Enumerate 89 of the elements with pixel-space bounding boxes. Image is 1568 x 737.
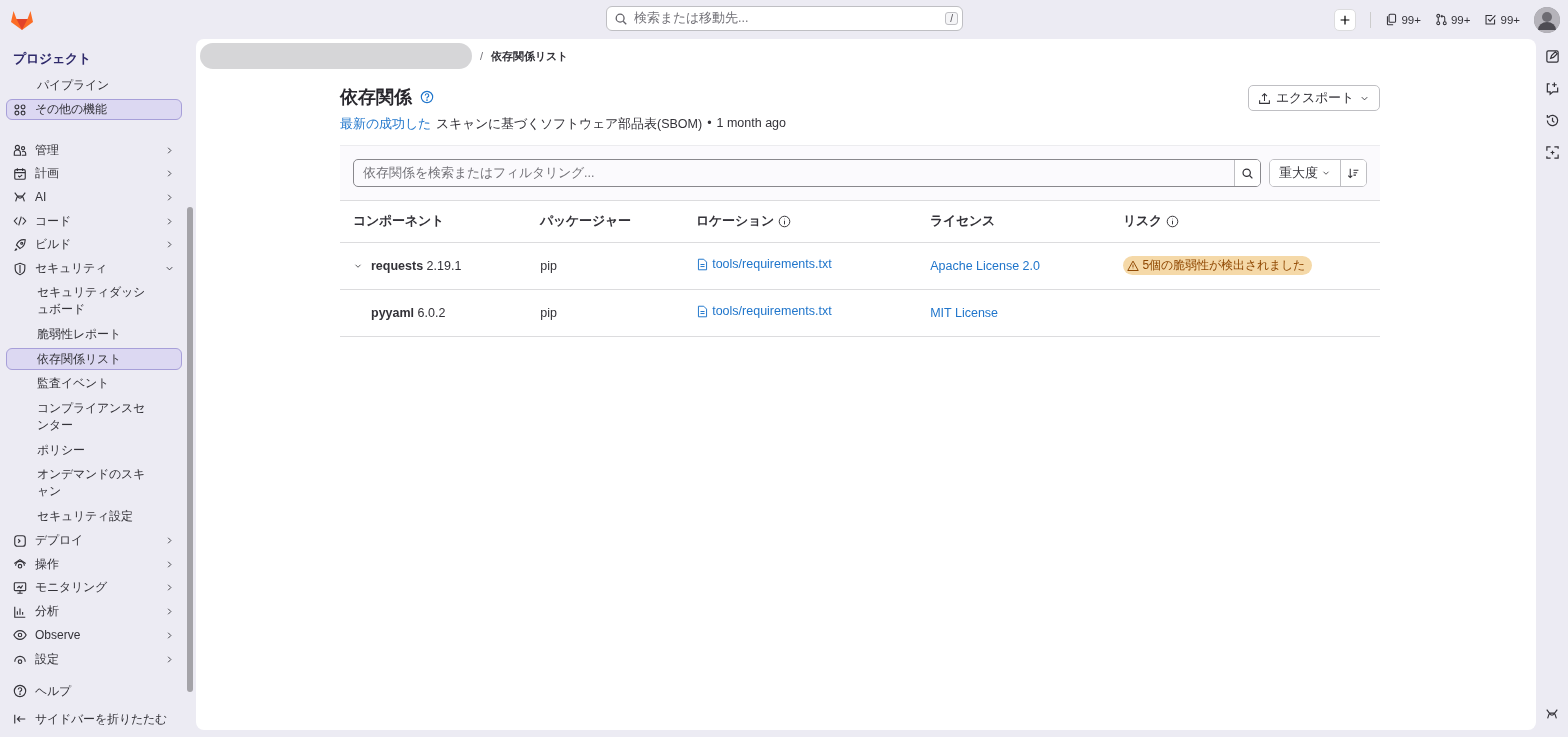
location-link[interactable]: tools/requirements.txt	[696, 304, 832, 319]
license-link[interactable]: Apache License 2.0	[930, 258, 1040, 273]
timestamp: 1 month ago	[716, 116, 787, 132]
avatar[interactable]	[1534, 6, 1560, 33]
shortcut-key: /	[945, 12, 958, 25]
column-header: ライセンス	[930, 213, 996, 230]
chart-icon	[13, 604, 27, 619]
sidebar-item[interactable]: オンデマンドのスキャン	[6, 463, 182, 503]
sidebar-item[interactable]: モニタリング	[6, 577, 182, 599]
history-icon	[1544, 113, 1560, 128]
link[interactable]: 最新の成功した	[340, 116, 431, 133]
sidebar-item[interactable]: 依存関係リスト	[6, 347, 182, 371]
table-cell: pip	[540, 258, 557, 273]
calendar-icon	[13, 166, 27, 181]
component-name: requests 2.19.1	[371, 258, 462, 273]
counter-button[interactable]: 99+	[1385, 13, 1421, 26]
sort-icon	[1347, 166, 1360, 180]
ai-icon	[1545, 707, 1559, 721]
counter-button[interactable]: 99+	[1484, 13, 1520, 26]
sidebar-item[interactable]: 計画	[6, 162, 182, 185]
column-header: ロケーション	[696, 213, 775, 230]
export-button[interactable]: エクスポート	[1248, 85, 1380, 111]
breadcrumb-separator: /	[480, 50, 484, 62]
sidebar-item[interactable]: セキュリティ	[6, 257, 182, 280]
deploy-icon	[13, 533, 27, 548]
sidebar-item[interactable]: 脆弱性レポート	[6, 322, 182, 346]
sidebar-item[interactable]: コード	[6, 210, 182, 232]
search-icon	[1241, 166, 1254, 180]
monitor-icon	[13, 580, 27, 595]
search-icon	[614, 11, 628, 26]
file-icon	[696, 257, 710, 271]
location-link[interactable]: tools/requirements.txt	[696, 257, 832, 272]
subtitle-text: スキャンに基づくソフトウェア部品表(SBOM)	[436, 116, 703, 133]
page-title: 依存関係	[340, 86, 412, 109]
sidebar-item[interactable]: ビルド	[6, 233, 182, 256]
sidebar-item[interactable]: デプロイ	[6, 529, 182, 552]
issues-icon	[1385, 13, 1399, 26]
scrollbar[interactable]	[187, 207, 193, 692]
sidebar-item[interactable]: セキュリティダッシュボード	[6, 281, 182, 321]
bullet: •	[707, 116, 712, 132]
sidebar-item[interactable]: 設定	[6, 648, 182, 670]
create-button[interactable]	[1334, 8, 1357, 31]
shield-icon	[13, 261, 27, 276]
sidebar-item[interactable]: ポリシー	[6, 438, 182, 462]
column-header: リスク	[1122, 213, 1162, 230]
sidebar-footer-item[interactable]: ヘルプ	[6, 680, 190, 702]
search-field[interactable]: 依存関係を検索またはフィルタリング...	[353, 159, 1261, 187]
rocket-icon	[13, 237, 27, 252]
search-field[interactable]: 検索または移動先... /	[606, 6, 963, 31]
sidebar-item[interactable]: 管理	[6, 139, 182, 161]
breadcrumb-item[interactable]: 依存関係リスト	[491, 48, 569, 64]
component-name: pyyaml 6.0.2	[371, 305, 446, 320]
help-icon	[420, 90, 434, 104]
users-icon	[13, 143, 27, 157]
sidebar-item[interactable]: セキュリティ設定	[6, 504, 182, 528]
help-icon	[13, 684, 27, 698]
todo-icon	[1484, 13, 1498, 26]
eye-icon	[13, 628, 27, 643]
file-icon	[696, 304, 710, 318]
edit-icon	[1544, 49, 1560, 64]
merge-request-icon	[1434, 13, 1448, 26]
sidebar-item[interactable]: 分析	[6, 600, 182, 623]
license-link[interactable]: MIT License	[930, 305, 999, 320]
sort-direction-button[interactable]	[1340, 160, 1366, 186]
sidebar-item[interactable]: その他の機能	[6, 98, 182, 121]
snippet-icon	[1544, 145, 1560, 160]
grid-icon	[13, 102, 27, 117]
sidebar-item[interactable]: 操作	[6, 553, 182, 576]
sidebar-item[interactable]: Observe	[6, 624, 182, 647]
sidebar-title: プロジェクト	[12, 50, 92, 68]
warning-icon	[1126, 259, 1139, 272]
collapse-icon	[13, 712, 27, 726]
vulnerability-badge: 5個の脆弱性が検出されました	[1122, 256, 1313, 275]
column-header: コンポーネント	[353, 213, 444, 230]
search-button[interactable]	[1234, 160, 1260, 186]
table-cell: pip	[540, 305, 557, 320]
sidebar-item[interactable]: AI	[6, 186, 182, 209]
sidebar-item[interactable]: コンプライアンスセンター	[6, 397, 182, 437]
upload-icon	[1258, 91, 1271, 105]
column-header: パッケージャー	[540, 213, 632, 230]
fox-logo[interactable]	[10, 8, 34, 31]
sidebar-item[interactable]: 監査イベント	[6, 372, 182, 396]
chat-icon	[1544, 81, 1560, 96]
sort-dropdown[interactable]: 重大度	[1270, 160, 1340, 186]
counter-button[interactable]: 99+	[1434, 13, 1471, 26]
info-icon	[778, 215, 792, 228]
sidebar-item[interactable]: パイプライン	[6, 75, 182, 97]
sidebar-footer-item[interactable]: サイドバーを折りたたむ	[6, 708, 190, 730]
info-icon	[1165, 215, 1179, 228]
